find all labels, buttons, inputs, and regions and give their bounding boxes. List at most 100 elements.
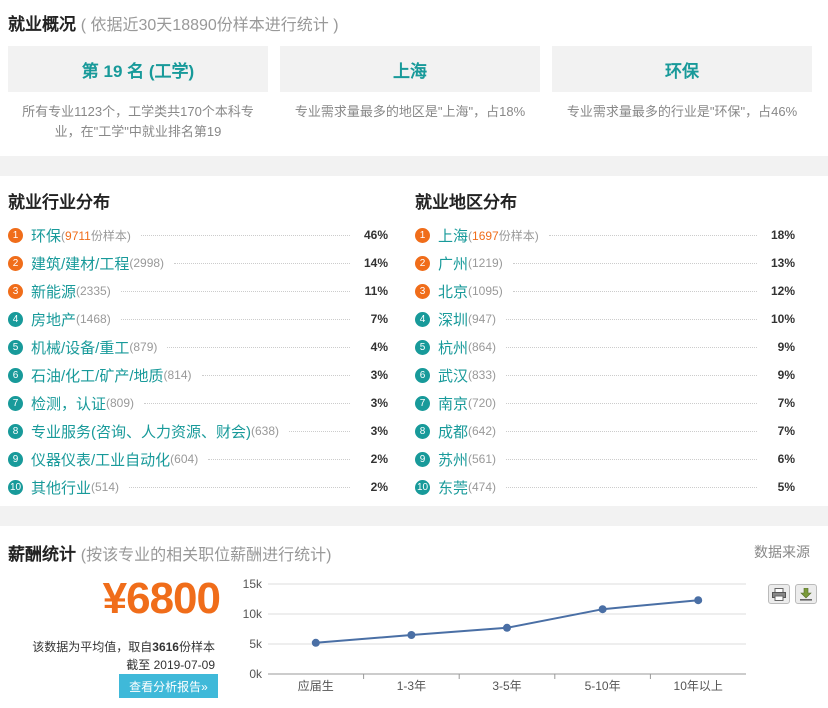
industry-row: 9 仪器仪表/工业自动化 (604) 2% bbox=[8, 445, 388, 473]
industry-count: (1468) bbox=[76, 312, 111, 326]
dotted-leader bbox=[506, 458, 757, 460]
data-source-link[interactable]: 数据来源 bbox=[754, 542, 810, 562]
x-tick-label: 10年以上 bbox=[674, 679, 723, 693]
overview-cards: 第 19 名 (工学) 所有专业1123个，工学类共170个本科专业，在"工学"… bbox=[8, 46, 812, 142]
region-count: (642) bbox=[468, 424, 497, 438]
rank-badge: 5 bbox=[415, 339, 430, 355]
industry-name[interactable]: 新能源 bbox=[31, 281, 76, 302]
industry-name[interactable]: 仪器仪表/工业自动化 bbox=[31, 449, 170, 470]
industry-name[interactable]: 环保 bbox=[31, 225, 61, 246]
rank-badge: 9 bbox=[415, 451, 430, 467]
dotted-leader bbox=[548, 234, 757, 236]
region-name[interactable]: 东莞 bbox=[438, 477, 468, 498]
print-icon bbox=[772, 587, 786, 601]
industry-percent: 46% bbox=[363, 228, 388, 242]
dotted-leader bbox=[129, 486, 350, 488]
salary-date: 截至 2019-07-09 bbox=[126, 658, 215, 672]
region-name[interactable]: 苏州 bbox=[438, 449, 468, 470]
x-tick-label: 3-5年 bbox=[492, 679, 521, 693]
industry-percent: 3% bbox=[370, 396, 388, 410]
region-name[interactable]: 成都 bbox=[438, 421, 468, 442]
region-name[interactable]: 武汉 bbox=[438, 365, 468, 386]
y-tick-label: 15k bbox=[243, 577, 263, 591]
region-name[interactable]: 深圳 bbox=[438, 309, 468, 330]
rank-card-value: 第 19 名 (工学) bbox=[8, 46, 268, 92]
region-percent: 18% bbox=[770, 228, 795, 242]
dotted-leader bbox=[140, 234, 350, 236]
industry-card-value: 环保 bbox=[552, 46, 812, 92]
region-percent: 9% bbox=[777, 340, 795, 354]
industry-name[interactable]: 专业服务(咨询、人力资源、财会) bbox=[31, 421, 251, 442]
region-percent: 12% bbox=[770, 284, 795, 298]
rank-badge: 3 bbox=[415, 283, 430, 299]
region-name[interactable]: 南京 bbox=[438, 393, 468, 414]
rank-badge: 1 bbox=[415, 227, 430, 243]
industry-count: (638) bbox=[251, 424, 280, 438]
industry-percent: 4% bbox=[370, 340, 388, 354]
salary-note-suffix: 份样本 bbox=[178, 640, 215, 654]
download-button[interactable] bbox=[795, 584, 817, 604]
dotted-leader bbox=[506, 346, 757, 348]
view-report-button[interactable]: 查看分析报告» bbox=[119, 674, 218, 698]
industry-percent: 2% bbox=[370, 480, 388, 494]
industry-name[interactable]: 机械/设备/重工 bbox=[31, 337, 129, 358]
region-name[interactable]: 广州 bbox=[438, 253, 468, 274]
rank-card: 第 19 名 (工学) 所有专业1123个，工学类共170个本科专业，在"工学"… bbox=[8, 46, 268, 142]
industry-row: 3 新能源 (2335) 11% bbox=[8, 277, 388, 305]
industry-row: 8 专业服务(咨询、人力资源、财会) (638) 3% bbox=[8, 417, 388, 445]
y-tick-label: 0k bbox=[249, 667, 263, 681]
region-card-desc: 专业需求量最多的地区是"上海"，占18% bbox=[294, 104, 526, 119]
region-row: 5 杭州 (864) 9% bbox=[415, 333, 795, 361]
industry-list: 1 环保 (9711份样本) 46% 2 建筑/建材/工程 (2998) 14% 3 新能源 (23… bbox=[8, 221, 388, 501]
region-percent: 13% bbox=[770, 256, 795, 270]
industry-name[interactable]: 建筑/建材/工程 bbox=[31, 253, 129, 274]
industry-card: 环保 专业需求量最多的行业是"环保"，占46% bbox=[552, 46, 812, 142]
rank-badge: 6 bbox=[8, 367, 23, 383]
print-button[interactable] bbox=[768, 584, 790, 604]
y-tick-label: 5k bbox=[249, 637, 263, 651]
region-count: (1095) bbox=[468, 284, 503, 298]
industry-percent: 11% bbox=[364, 284, 388, 298]
industry-name[interactable]: 房地产 bbox=[31, 309, 76, 330]
region-row: 2 广州 (1219) 13% bbox=[415, 249, 795, 277]
region-card: 上海 专业需求量最多的地区是"上海"，占18% bbox=[280, 46, 540, 142]
region-count: (1219) bbox=[468, 256, 503, 270]
dotted-leader bbox=[506, 402, 757, 404]
region-name[interactable]: 杭州 bbox=[438, 337, 468, 358]
dotted-leader bbox=[506, 318, 757, 320]
rank-badge: 5 bbox=[8, 339, 23, 355]
x-tick-label: 应届生 bbox=[298, 678, 334, 693]
average-salary: ¥6800 bbox=[102, 574, 221, 623]
industry-distribution: 就业行业分布 1 环保 (9711份样本) 46% 2 建筑/建材/工程 (2998) 14%… bbox=[8, 188, 388, 501]
region-count: (1697份样本) bbox=[468, 228, 539, 243]
region-row: 9 苏州 (561) 6% bbox=[415, 445, 795, 473]
dotted-leader bbox=[167, 346, 350, 348]
region-percent: 6% bbox=[777, 452, 795, 466]
dotted-leader bbox=[174, 262, 350, 264]
region-name[interactable]: 上海 bbox=[438, 225, 468, 246]
salary-data-point bbox=[694, 596, 703, 605]
dotted-leader bbox=[512, 290, 757, 292]
dotted-leader bbox=[120, 318, 350, 320]
region-list: 1 上海 (1697份样本) 18% 2 广州 (1219) 13% 3 北京 (1095) 12% 4… bbox=[415, 221, 795, 501]
industry-count: (2335) bbox=[76, 284, 111, 298]
industry-name[interactable]: 检测，认证 bbox=[31, 393, 106, 414]
industry-row: 1 环保 (9711份样本) 46% bbox=[8, 221, 388, 249]
region-row: 8 成都 (642) 7% bbox=[415, 417, 795, 445]
salary-title: 薪酬统计 bbox=[8, 545, 76, 564]
rank-badge: 4 bbox=[8, 311, 23, 327]
industry-row: 5 机械/设备/重工 (879) 4% bbox=[8, 333, 388, 361]
region-name[interactable]: 北京 bbox=[438, 281, 468, 302]
x-tick-label: 1-3年 bbox=[397, 679, 426, 693]
dotted-leader bbox=[506, 374, 757, 376]
rank-badge: 9 bbox=[8, 451, 23, 467]
industry-name[interactable]: 其他行业 bbox=[31, 477, 91, 498]
section-divider bbox=[0, 156, 828, 176]
dotted-leader bbox=[512, 262, 757, 264]
industry-row: 6 石油/化工/矿产/地质 (814) 3% bbox=[8, 361, 388, 389]
region-distribution: 就业地区分布 1 上海 (1697份样本) 18% 2 广州 (1219) 13% 3 北京 (10… bbox=[415, 188, 795, 501]
y-tick-label: 10k bbox=[243, 607, 263, 621]
industry-name[interactable]: 石油/化工/矿产/地质 bbox=[31, 365, 164, 386]
rank-badge: 10 bbox=[8, 479, 23, 495]
dotted-leader bbox=[506, 430, 757, 432]
